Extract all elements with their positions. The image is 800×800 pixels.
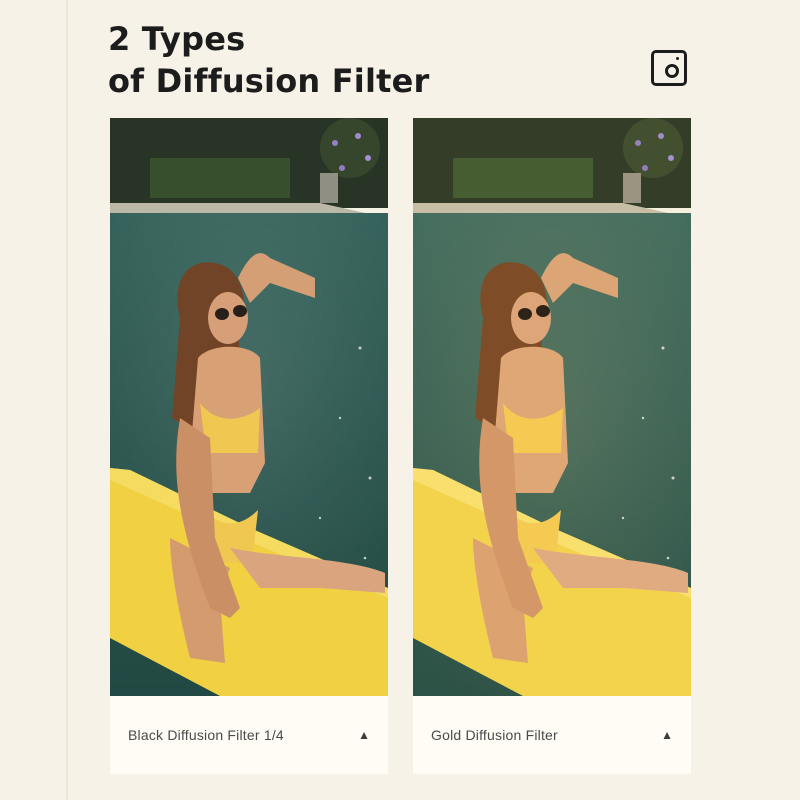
photo-gold-diffusion bbox=[413, 118, 691, 696]
page-title: 2 Types of Diffusion Filter bbox=[108, 18, 430, 102]
filter-label: Black Diffusion Filter 1/4 bbox=[128, 727, 284, 743]
camera-dot-icon bbox=[676, 57, 679, 60]
triangle-up-icon[interactable]: ▲ bbox=[661, 728, 673, 742]
filter-label: Gold Diffusion Filter bbox=[431, 727, 558, 743]
photo-black-diffusion bbox=[110, 118, 388, 696]
caption-black[interactable]: Black Diffusion Filter 1/4 ▲ bbox=[110, 696, 388, 774]
title-line-1: 2 Types bbox=[108, 20, 246, 58]
triangle-up-icon[interactable]: ▲ bbox=[358, 728, 370, 742]
camera-lens-icon bbox=[665, 64, 679, 78]
title-line-2: of Diffusion Filter bbox=[108, 62, 430, 100]
instagram-icon[interactable] bbox=[651, 50, 687, 86]
filter-card-gold: Gold Diffusion Filter ▲ bbox=[413, 118, 691, 774]
side-divider bbox=[66, 0, 68, 800]
pool-photo-black bbox=[110, 118, 388, 696]
caption-gold[interactable]: Gold Diffusion Filter ▲ bbox=[413, 696, 691, 774]
pool-photo-gold bbox=[413, 118, 691, 696]
filter-card-black: Black Diffusion Filter 1/4 ▲ bbox=[110, 118, 388, 774]
